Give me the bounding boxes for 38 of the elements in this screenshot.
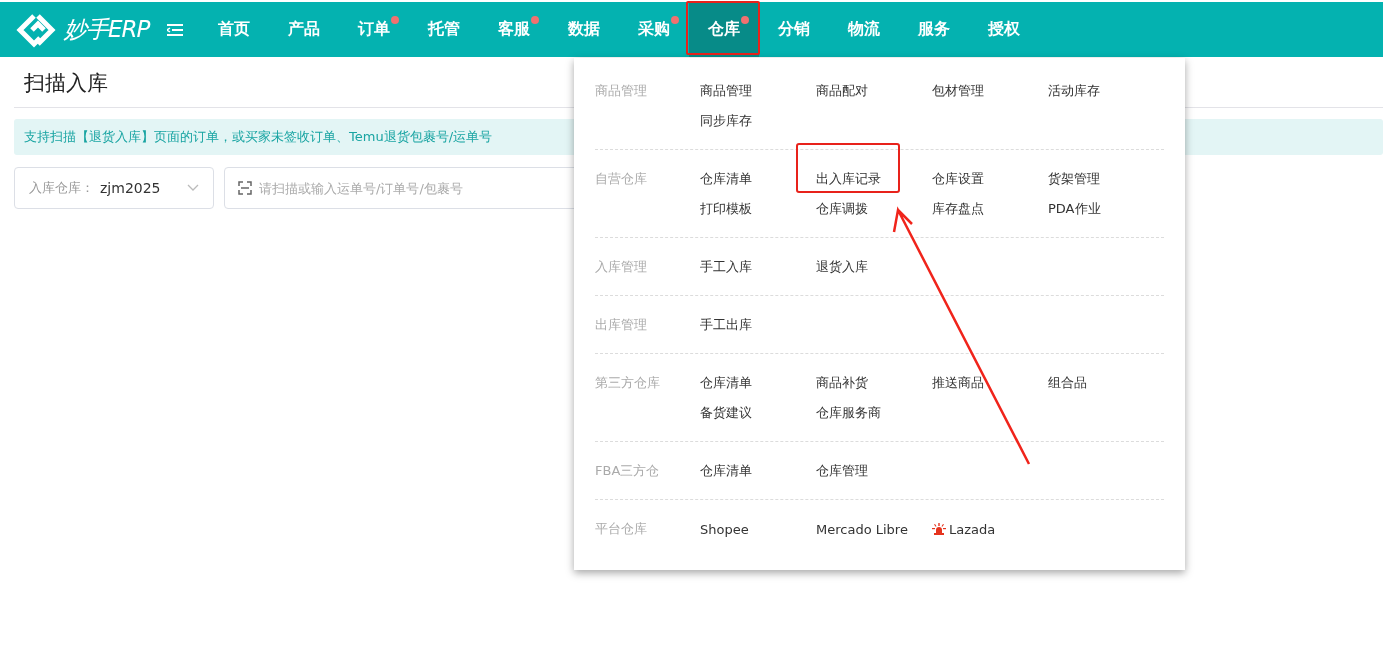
- menu-link[interactable]: 商品补货: [816, 374, 868, 392]
- scan-icon: [238, 181, 252, 195]
- menu-link[interactable]: 备货建议: [700, 404, 752, 422]
- menu-group-label: FBA三方仓: [595, 462, 661, 480]
- menu-link[interactable]: 商品管理: [700, 82, 752, 100]
- chevron-down-icon: [187, 184, 199, 192]
- menu-group-label: 入库管理: [595, 258, 648, 276]
- menu-link[interactable]: 库存盘点: [932, 200, 984, 218]
- menu-group-label: 商品管理: [595, 82, 648, 100]
- menu-link[interactable]: 手工出库: [700, 316, 752, 334]
- menu-link[interactable]: PDA作业: [1048, 200, 1101, 218]
- menu-group-label: 自营仓库: [595, 170, 648, 188]
- menu-link[interactable]: 包材管理: [932, 82, 984, 100]
- menu-link[interactable]: 仓库清单: [700, 462, 752, 480]
- menu-link[interactable]: 仓库服务商: [816, 404, 881, 422]
- menu-link[interactable]: 商品配对: [816, 82, 868, 100]
- warehouse-select[interactable]: 入库仓库： zjm2025: [14, 167, 214, 209]
- menu-link[interactable]: 推送商品: [932, 374, 984, 392]
- page-title: 扫描入库: [23, 70, 109, 97]
- menu-group-label: 第三方仓库: [595, 374, 661, 392]
- brand-name: 妙手ERP: [64, 15, 150, 44]
- menu-group-label: 出库管理: [595, 316, 648, 334]
- logo-icon: [14, 11, 58, 48]
- menu-link[interactable]: Mercado Libre: [816, 521, 908, 537]
- menu-icon[interactable]: [167, 23, 184, 36]
- menu-link[interactable]: 手工入库: [700, 258, 752, 276]
- menu-link[interactable]: 组合品: [1048, 374, 1087, 392]
- menu-link[interactable]: 仓库清单: [700, 374, 752, 392]
- menu-link[interactable]: Lazada: [949, 521, 996, 537]
- menu-link[interactable]: 仓库清单: [700, 170, 752, 188]
- menu-group-label: 平台仓库: [595, 520, 648, 538]
- menu-link[interactable]: 退货入库: [816, 258, 868, 276]
- menu-link[interactable]: 活动库存: [1048, 82, 1100, 100]
- nav-tab[interactable]: 仓库: [689, 2, 760, 57]
- menu-link[interactable]: Shopee: [700, 521, 749, 537]
- menu-link[interactable]: 仓库管理: [816, 462, 868, 480]
- menu-link[interactable]: 货架管理: [1048, 170, 1100, 188]
- menu-link[interactable]: 仓库设置: [932, 170, 984, 188]
